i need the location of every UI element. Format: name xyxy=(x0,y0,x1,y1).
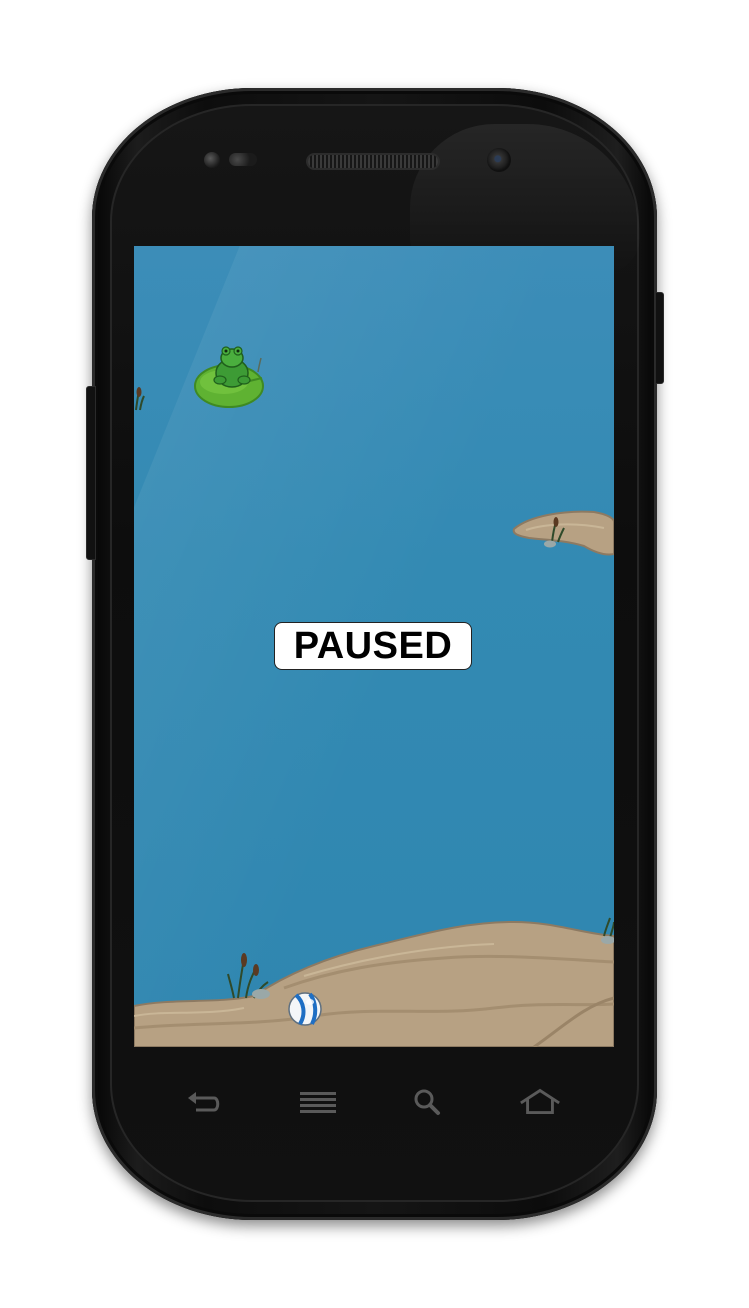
back-icon xyxy=(188,1092,220,1112)
front-camera xyxy=(487,148,511,172)
search-icon xyxy=(414,1089,440,1115)
ball xyxy=(288,992,322,1026)
sand-bank-bottom xyxy=(134,920,614,1047)
proximity-sensor xyxy=(204,152,220,168)
home-key[interactable] xyxy=(518,1084,562,1120)
menu-key[interactable] xyxy=(296,1084,340,1120)
cattail xyxy=(241,953,247,967)
sand-island-right xyxy=(512,510,614,556)
paused-banner[interactable]: PAUSED xyxy=(274,622,472,670)
menu-icon xyxy=(300,1092,336,1113)
rock xyxy=(252,989,270,999)
lilypad-with-frog xyxy=(194,346,264,408)
power-button[interactable] xyxy=(655,292,664,384)
earpiece-speaker xyxy=(308,155,438,168)
game-screen[interactable]: PAUSED xyxy=(134,246,614,1047)
volume-button[interactable] xyxy=(86,386,96,560)
frog xyxy=(213,346,251,388)
back-key[interactable] xyxy=(182,1084,226,1120)
light-sensor xyxy=(229,153,257,166)
home-icon xyxy=(520,1088,560,1114)
search-key[interactable] xyxy=(405,1084,449,1120)
cattail xyxy=(253,964,259,976)
